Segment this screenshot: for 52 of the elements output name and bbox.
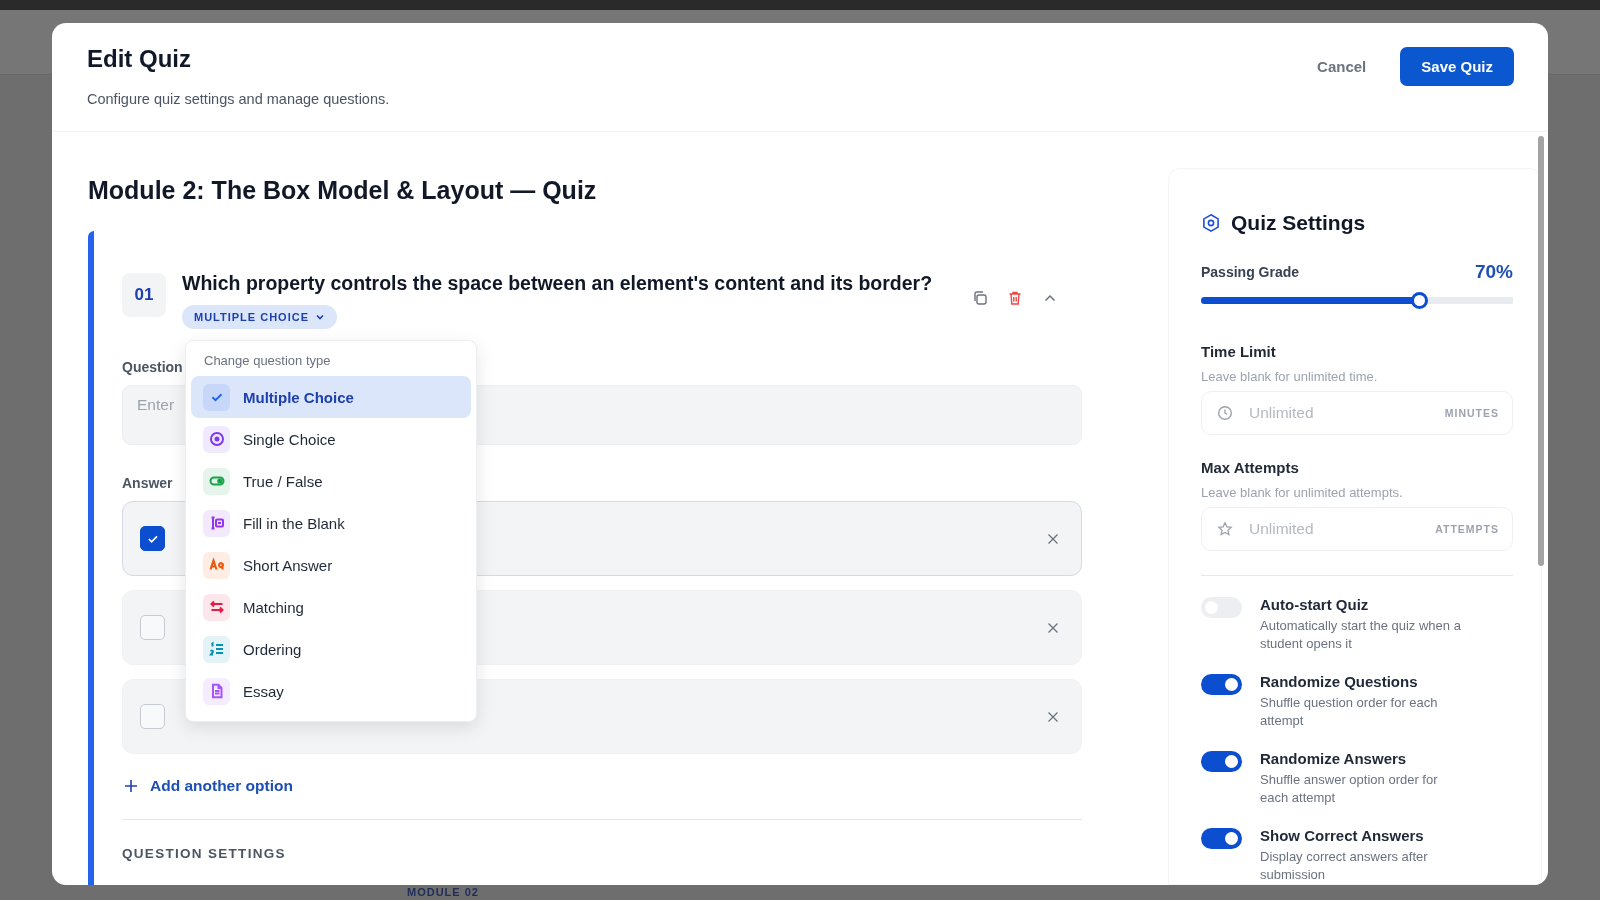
question-type-dropdown[interactable]: MULTIPLE CHOICE	[182, 305, 337, 329]
menu-item[interactable]: Multiple Choice	[191, 376, 471, 418]
menu-item[interactable]: Matching	[191, 586, 471, 628]
toggle-label: Randomize Answers	[1260, 750, 1408, 767]
question-text: Which property controls the space between an element's content and its border?	[182, 272, 934, 295]
cancel-button[interactable]: Cancel	[1313, 50, 1371, 83]
toggle-description: Display correct answers after submission	[1260, 848, 1429, 885]
panel-title: Quiz Settings	[1231, 211, 1366, 235]
setting-label: Max Attempts	[1201, 459, 1300, 476]
menu-item[interactable]: Short Answer	[191, 544, 471, 586]
menu-item[interactable]: Ordering	[191, 628, 471, 670]
field-label: Question	[122, 359, 183, 375]
menu-item[interactable]: True / False	[191, 460, 471, 502]
section-heading: QUESTION SETTINGS	[122, 846, 287, 861]
toggle-description: Shuffle answer option order for each attempt	[1260, 771, 1439, 808]
save-quiz-button[interactable]: Save Quiz	[1400, 47, 1514, 86]
dialog-subtitle: Configure quiz settings and manage questions.	[87, 91, 390, 107]
setting-label: Time Limit	[1201, 343, 1277, 360]
star-icon	[1217, 521, 1233, 537]
correct-checkbox[interactable]	[140, 526, 165, 551]
toggle-switch[interactable]	[1201, 751, 1242, 772]
toggle-description: Shuffle question order for each attempt	[1260, 694, 1439, 731]
question-number: 01	[122, 273, 166, 317]
scrollbar[interactable]	[1538, 136, 1544, 566]
remove-icon[interactable]	[1047, 532, 1059, 545]
slider-thumb[interactable]	[1411, 292, 1429, 309]
setting-label: Passing Grade	[1201, 264, 1300, 280]
dialog-title: Edit Quiz	[87, 45, 192, 73]
remove-icon[interactable]	[1047, 621, 1059, 634]
remove-icon[interactable]	[1047, 710, 1059, 723]
menu-item[interactable]: Fill in the Blank	[191, 502, 471, 544]
plus-icon	[124, 779, 138, 793]
settings-icon	[1201, 213, 1221, 233]
quiz-title: Module 2: The Box Model & Layout — Quiz	[88, 176, 598, 205]
add-option-link[interactable]: Add another option	[124, 777, 293, 795]
field-label: Answer	[122, 475, 173, 491]
toggle-label: Randomize Questions	[1260, 673, 1419, 690]
toggle-switch[interactable]	[1201, 828, 1242, 849]
menu-heading: Change question type	[203, 352, 332, 370]
menu-item[interactable]: Essay	[191, 670, 471, 712]
toggle-label: Auto-start Quiz	[1260, 596, 1370, 613]
setting-hint: Leave blank for unlimited attempts.	[1201, 485, 1404, 500]
caret-icon	[315, 312, 325, 322]
delete-icon[interactable]	[1007, 290, 1023, 306]
toggle-description: Automatically start the quiz when a student opens it	[1260, 617, 1462, 654]
toggle-label: Show Correct Answers	[1260, 827, 1425, 844]
module-label: MODULE 02	[407, 886, 479, 898]
setting-hint: Leave blank for unlimited time.	[1201, 369, 1379, 384]
clock-icon	[1217, 405, 1233, 421]
grade-value: 70%	[1474, 261, 1513, 283]
duplicate-icon[interactable]	[972, 290, 988, 306]
toggle-switch[interactable]	[1201, 674, 1242, 695]
